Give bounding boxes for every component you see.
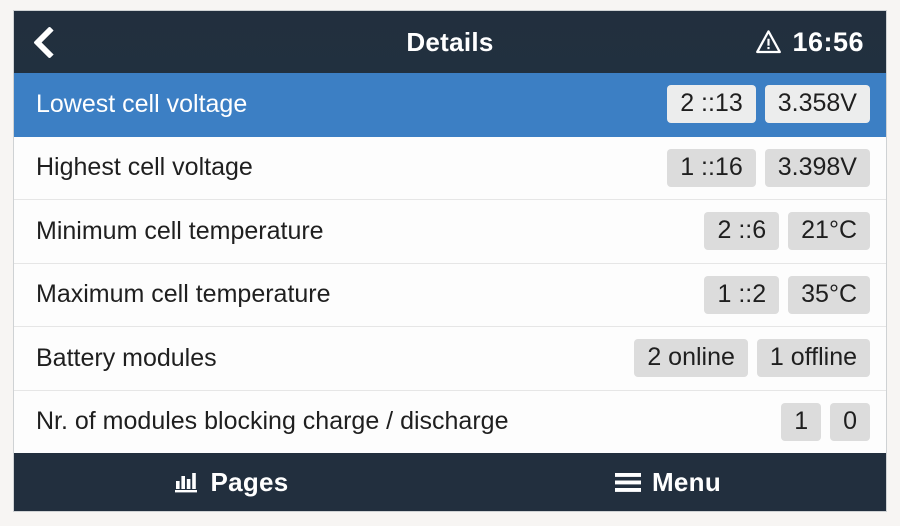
menu-label: Menu [651,466,722,497]
table-row[interactable]: Nr. of modules blocking charge / dischar… [14,390,886,453]
device-screen: Details 16:56 Lowest cell voltage 2 ::13… [14,11,886,511]
row-values: 1 0 [767,402,870,441]
value-chip: 1 ::16 [667,148,756,187]
value-chip: 21°C [788,212,870,251]
top-bar: Details 16:56 [14,11,886,73]
value-chip: 2 ::6 [704,212,780,251]
row-label: Maximum cell temperature [36,280,331,309]
table-row[interactable]: Highest cell voltage 1 ::16 3.398V [14,136,886,200]
pages-label: Pages [210,466,289,497]
value-chip: 1 ::2 [704,275,780,314]
row-label: Battery modules [36,343,217,372]
row-label: Highest cell voltage [36,153,253,182]
value-chip: 2 ::13 [667,85,756,124]
row-label: Minimum cell temperature [36,216,324,245]
chevron-left-icon [32,25,66,59]
menu-button[interactable]: Menu [450,453,886,511]
clock-time: 16:56 [792,26,864,57]
value-chip: 35°C [788,275,870,314]
row-label: Lowest cell voltage [36,89,248,118]
value-chip: 1 [781,402,822,441]
table-row[interactable]: Minimum cell temperature 2 ::6 21°C [14,200,886,264]
value-chip: 1 offline [756,339,870,378]
row-values: 2 ::13 3.358V [653,85,870,124]
value-chip: 3.398V [764,148,870,187]
bar-chart-icon [175,473,198,493]
row-values: 1 ::2 35°C [690,275,870,314]
value-chip: 2 online [634,339,748,378]
table-row[interactable]: Lowest cell voltage 2 ::13 3.358V [14,73,886,137]
row-label: Nr. of modules blocking charge / dischar… [36,407,509,436]
status-area: 16:56 [755,27,886,58]
pages-button[interactable]: Pages [14,453,450,511]
value-chip: 3.358V [764,85,870,124]
table-row[interactable]: Maximum cell temperature 1 ::2 35°C [14,263,886,327]
back-button[interactable] [14,11,78,73]
table-row[interactable]: Battery modules 2 online 1 offline [14,327,886,391]
row-values: 2 online 1 offline [620,339,870,378]
value-chip: 0 [830,402,870,441]
warning-triangle-icon [756,30,782,54]
row-values: 2 ::6 21°C [690,212,870,251]
bottom-bar: Pages Menu [14,453,886,511]
hamburger-menu-icon [614,472,641,492]
details-list: Lowest cell voltage 2 ::13 3.358V Highes… [14,73,886,453]
row-values: 1 ::16 3.398V [653,148,870,187]
